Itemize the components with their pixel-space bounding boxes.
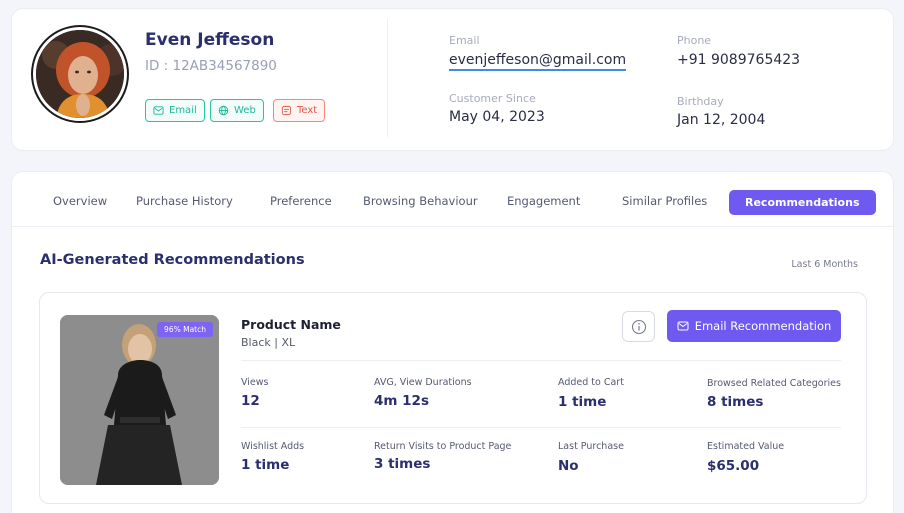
main-card: Overview Purchase History Preference Bro… [11, 171, 894, 513]
message-icon [281, 105, 292, 116]
metric-label: Added to Cart [558, 377, 624, 388]
metric-label: Estimated Value [707, 441, 785, 452]
product-name: Product Name [241, 317, 341, 332]
product-variant: Black | XL [241, 336, 296, 349]
customer-since-value: May 04, 2023 [449, 109, 545, 125]
avatar [33, 27, 127, 121]
metric-label: Wishlist Adds [241, 441, 305, 452]
tab-engagement[interactable]: Engagement [507, 194, 580, 208]
tab-preference[interactable]: Preference [270, 194, 332, 208]
tab-overview[interactable]: Overview [53, 194, 107, 208]
profile-name: Even Jeffeson [145, 30, 275, 50]
phone-value: +91 9089765423 [677, 52, 801, 68]
metric-value: 1 time [558, 394, 607, 410]
metric-label: Return Visits to Product Page [374, 441, 512, 452]
tab-bar: Overview Purchase History Preference Bro… [12, 172, 893, 227]
metric-label: Last Purchase [558, 441, 624, 452]
birthday-label: Birthday [677, 95, 724, 108]
customer-since-label: Customer Since [449, 92, 536, 105]
tab-purchase-history[interactable]: Purchase History [136, 194, 233, 208]
metric-value: 4m 12s [374, 393, 429, 409]
info-icon [631, 319, 646, 334]
metric-value: 1 time [241, 457, 290, 473]
vertical-divider [387, 19, 388, 137]
divider [241, 427, 841, 428]
recommendation-card: 96% Match Product Name Black | XL Email … [39, 292, 867, 504]
text-chip-label: Text [297, 105, 318, 116]
web-chip-label: Web [234, 105, 256, 116]
metric-label: Browsed Related Categories [707, 378, 841, 389]
match-badge: 96% Match [157, 322, 213, 337]
profile-card: Even Jeffeson ID : 12AB34567890 Email We… [11, 8, 894, 151]
web-chip[interactable]: Web [210, 99, 264, 122]
profile-id: ID : 12AB34567890 [145, 58, 277, 74]
birthday-value: Jan 12, 2004 [677, 112, 766, 128]
email-chip[interactable]: Email [145, 99, 205, 122]
mail-icon [153, 106, 164, 115]
divider [241, 360, 841, 361]
period-filter[interactable]: Last 6 Months [791, 259, 858, 270]
tab-recommendations[interactable]: Recommendations [729, 190, 876, 215]
info-button[interactable] [622, 311, 655, 342]
mail-icon [677, 321, 689, 331]
tab-browsing-behaviour[interactable]: Browsing Behaviour [363, 194, 478, 208]
metric-value: 12 [241, 393, 260, 409]
email-label: Email [449, 34, 480, 47]
metric-value: 3 times [374, 456, 431, 472]
globe-icon [218, 105, 229, 116]
phone-label: Phone [677, 34, 712, 47]
email-recommendation-label: Email Recommendation [694, 319, 832, 333]
email-recommendation-button[interactable]: Email Recommendation [667, 310, 841, 342]
metric-value: $65.00 [707, 458, 760, 474]
product-image: 96% Match [60, 315, 219, 485]
metric-value: No [558, 458, 579, 474]
tab-similar-profiles[interactable]: Similar Profiles [622, 194, 707, 208]
section-title: AI-Generated Recommendations [40, 252, 305, 268]
metric-label: AVG, View Durations [374, 377, 472, 388]
text-chip[interactable]: Text [273, 99, 326, 122]
metric-label: Views [241, 377, 269, 388]
metric-value: 8 times [707, 394, 764, 410]
email-chip-label: Email [169, 105, 197, 116]
email-value[interactable]: evenjeffeson@gmail.com [449, 52, 627, 71]
